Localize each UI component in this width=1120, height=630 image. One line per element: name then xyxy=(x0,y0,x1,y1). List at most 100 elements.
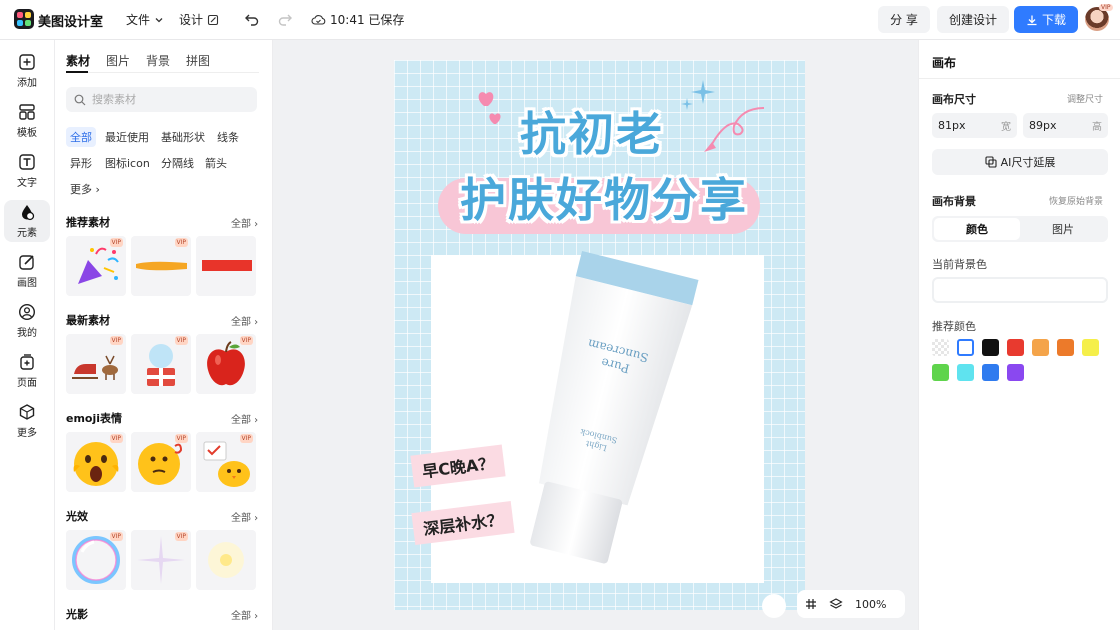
material-thumb-sparkle[interactable]: VIP xyxy=(131,530,191,590)
ai-extend-button[interactable]: AI尺寸延展 xyxy=(932,149,1108,175)
share-button-label: 分 享 xyxy=(890,13,918,27)
color-swatch[interactable] xyxy=(932,339,949,356)
hearts-decoration[interactable] xyxy=(470,84,510,128)
section-more-emoji[interactable]: 全部 › xyxy=(231,411,258,426)
tab-materials[interactable]: 素材 xyxy=(66,52,90,69)
bg-tab-image[interactable]: 图片 xyxy=(1020,218,1106,240)
rail-item-add[interactable]: 添加 xyxy=(4,50,50,92)
section-more-light-effects[interactable]: 全部 › xyxy=(231,509,258,524)
text-icon xyxy=(19,154,35,170)
share-button[interactable]: 分 享 xyxy=(878,6,930,33)
tab-backgrounds[interactable]: 背景 xyxy=(146,52,170,69)
design-menu[interactable]: 设计 xyxy=(179,11,219,28)
vip-badge: VIP xyxy=(239,434,253,443)
tab-images[interactable]: 图片 xyxy=(106,52,130,69)
color-swatch[interactable] xyxy=(1007,339,1024,356)
download-button[interactable]: 下载 xyxy=(1014,6,1078,33)
current-bg-color-field[interactable] xyxy=(932,277,1108,303)
panel-title: 画布 xyxy=(932,56,957,70)
search-input[interactable] xyxy=(92,93,242,106)
section-more-latest[interactable]: 全部 › xyxy=(231,313,258,328)
active-tab-indicator xyxy=(66,71,88,73)
app-logo-icon[interactable] xyxy=(14,9,34,29)
app-name[interactable]: 美图设计室 xyxy=(38,11,103,30)
material-thumb-chick-emoji[interactable]: VIP xyxy=(196,432,256,492)
create-design-button[interactable]: 创建设计 xyxy=(937,6,1009,33)
color-swatch[interactable] xyxy=(982,339,999,356)
color-swatch[interactable] xyxy=(1082,339,1099,356)
grid-icon[interactable] xyxy=(805,598,817,610)
chip-basic-shapes[interactable]: 基础形状 xyxy=(157,127,209,147)
zoom-level[interactable]: 100% xyxy=(855,598,886,611)
width-unit: 宽 xyxy=(1001,122,1011,133)
section-more-recommended[interactable]: 全部 › xyxy=(231,215,258,230)
file-menu[interactable]: 文件 xyxy=(126,11,164,28)
material-thumb-thinking-emoji[interactable]: VIP xyxy=(131,432,191,492)
design-canvas[interactable]: 抗初老 护肤好物分享 Pure Suncream Light Sunblock … xyxy=(394,60,805,610)
resize-link[interactable]: 调整尺寸 xyxy=(1067,92,1103,105)
bg-tab-color[interactable]: 颜色 xyxy=(934,218,1020,240)
rail-item-draw[interactable]: 画图 xyxy=(4,250,50,292)
material-thumb-snow-globe[interactable]: VIP xyxy=(131,334,191,394)
color-swatch[interactable] xyxy=(1032,339,1049,356)
rail-item-element[interactable]: 元素 xyxy=(4,200,50,242)
material-thumb-party-popper[interactable]: VIP xyxy=(66,236,126,296)
height-unit: 高 xyxy=(1092,122,1102,133)
canvas-background-label: 画布背景 xyxy=(932,195,976,208)
material-thumb-bubble[interactable]: VIP xyxy=(66,530,126,590)
chip-icons[interactable]: 图标icon xyxy=(101,153,154,173)
material-thumb-apple[interactable]: VIP xyxy=(196,334,256,394)
chip-irregular[interactable]: 异形 xyxy=(66,153,96,173)
section-more-light-shadow[interactable]: 全部 › xyxy=(231,607,258,622)
height-field[interactable]: 89px 高 xyxy=(1023,113,1108,138)
rail-item-more[interactable]: 更多 xyxy=(4,400,50,442)
canvas-toolbar: 100% xyxy=(797,590,905,618)
rail-item-template[interactable]: 模板 xyxy=(4,100,50,142)
width-field[interactable]: 81px 宽 xyxy=(932,113,1017,138)
download-icon xyxy=(1027,15,1037,25)
material-search[interactable] xyxy=(66,87,257,112)
rail-item-text[interactable]: 文字 xyxy=(4,150,50,192)
chip-more-label: 更多 xyxy=(70,183,92,196)
headline-skincare-share[interactable]: 护肤好物分享 xyxy=(460,164,748,230)
color-swatch[interactable] xyxy=(957,364,974,381)
material-thumb-red-rectangle[interactable] xyxy=(196,236,256,296)
material-thumb-sleigh[interactable]: VIP xyxy=(66,334,126,394)
color-swatch[interactable] xyxy=(932,364,949,381)
material-thumb-shocked-emoji[interactable]: VIP xyxy=(66,432,126,492)
ai-extend-label: AI尺寸延展 xyxy=(1000,156,1056,169)
restore-background-link[interactable]: 恢复原始背景 xyxy=(1049,194,1103,207)
redo-icon[interactable] xyxy=(277,11,293,27)
height-value: 89px xyxy=(1029,119,1057,132)
tab-collage[interactable]: 拼图 xyxy=(186,52,210,69)
material-thumb-brush-stroke[interactable]: VIP xyxy=(131,236,191,296)
vip-badge: VIP xyxy=(109,238,123,247)
chip-more[interactable]: 更多 › xyxy=(66,179,104,199)
section-title-light-effects: 光效 xyxy=(66,510,88,523)
user-icon xyxy=(18,303,36,321)
rail-label: 元素 xyxy=(17,228,37,239)
layers-icon[interactable] xyxy=(829,597,843,611)
undo-icon[interactable] xyxy=(244,11,260,27)
rail-item-page[interactable]: 页面 xyxy=(4,350,50,392)
canvas-settings-panel: 画布 画布尺寸 调整尺寸 81px 宽 89px 高 AI尺寸延展 画布背景 恢… xyxy=(918,40,1120,630)
chip-recent[interactable]: 最近使用 xyxy=(101,127,153,147)
shapes-icon xyxy=(22,205,35,221)
chip-lines[interactable]: 线条 xyxy=(213,127,243,147)
material-thumb-glow[interactable] xyxy=(196,530,256,590)
color-swatch[interactable] xyxy=(982,364,999,381)
chip-arrows[interactable]: 箭头 xyxy=(201,153,231,173)
swirl-arrow-decoration[interactable] xyxy=(698,104,768,156)
color-swatch[interactable] xyxy=(957,339,974,356)
chip-dividers[interactable]: 分隔线 xyxy=(157,153,198,173)
rail-label: 页面 xyxy=(17,378,37,389)
headline-anti-aging[interactable]: 抗初老 xyxy=(520,98,664,164)
rail-item-mine[interactable]: 我的 xyxy=(4,300,50,342)
file-menu-label: 文件 xyxy=(126,13,151,27)
color-swatch[interactable] xyxy=(1057,339,1074,356)
chip-all[interactable]: 全部 xyxy=(66,127,96,147)
color-swatch[interactable] xyxy=(1007,364,1024,381)
edit-square-icon xyxy=(207,14,219,25)
section-more-label: 全部 xyxy=(231,513,251,524)
canvas-helper-button[interactable] xyxy=(762,594,786,618)
